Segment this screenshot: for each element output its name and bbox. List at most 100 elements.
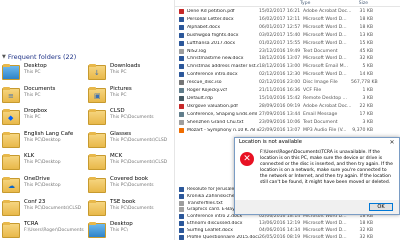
folder-icon [88,154,106,171]
folder-icon [88,109,106,126]
file-row[interactable]: Christmas address master list.docx18/12/… [175,63,400,70]
file-type: Microsoft Word D... [303,56,347,62]
file-row[interactable]: Default.rdp 15/10/2016 15:42 Remote Deskto… [175,95,400,102]
file-icon [179,16,184,22]
file-name: Shenzhen Grand Chu.txt [187,119,244,125]
file-size: 5 KB [362,64,373,70]
file-row[interactable]: Mozart - Symphony n.10 K.78 in G - 1.mp3… [175,127,400,134]
file-type: Email Message [303,111,338,117]
file-type: Microsoft Word D... [303,234,347,240]
file-size: 15 KB [359,40,373,46]
frequent-folders-header[interactable]: ▼ Frequent folders (22) [2,53,76,61]
file-size: 14 KB [359,72,373,78]
frequent-folders-pane: ▼ Frequent folders (22) Desktop This PC ↓ D… [0,0,180,240]
file-size: 18 KB [359,24,373,30]
desktop-folder-icon [88,222,106,239]
file-type: Text Document [303,48,338,54]
file-icon [179,64,184,70]
file-name: Ethnomi discussed.docx [187,221,243,227]
file-size: 1 KB [362,88,373,94]
file-date: 01/02/2017 15:55 [259,40,301,46]
dropbox-folder-icon: ◆ [2,109,20,126]
file-row[interactable]: rescue_disc.iso 02/12/2016 23:00 Disc Imag… [175,79,400,86]
file-name: Christmastime new.docx [187,56,244,62]
file-row[interactable]: Dene Rd petition.pdf 15/02/2017 16:21 Adob… [175,8,400,15]
file-type: Microsoft Word D... [303,40,347,46]
file-date: 02/12/2016 12:30 [259,72,301,78]
folder-path: F:\Users\Roger\Documents [24,228,84,234]
file-size: 9,370 KB [352,127,373,133]
folder-name: Pictures [110,85,132,92]
folder-path: This PC\Desktop [24,160,61,166]
folder-name: OneDrive [24,176,50,182]
file-name: Mozart - Symphony n.10 K.78 in G - 1.mp3 [187,127,259,133]
file-name: NIS2.log [187,48,207,54]
folder-tile[interactable]: TCRA F:\Users\Roger\Documents [2,221,88,240]
file-name: Default.rdp [187,95,213,101]
file-date: 18/12/2016 13:07 [259,56,301,62]
folder-path: This PC\Documents [110,183,154,188]
folder-tile[interactable]: Desktop This PC\ [88,221,174,240]
file-date: 28/09/2016 09:19 [259,103,301,109]
file-name: Conference intro.docx [187,72,238,78]
file-date: 16/02/2017 12:11 [259,16,301,22]
folder-name: Desktop [24,63,47,69]
file-row[interactable]: Alphabet.docx 06/01/2017 12:57 Microsoft W… [175,24,400,31]
ok-button[interactable]: OK [369,203,393,211]
file-row[interactable]: Conference, Shaping Ends.eml 27/09/2016 1… [175,111,400,118]
folder-icon [88,199,106,216]
file-date: 23/12/2016 19:49 [259,48,301,54]
file-icon [179,95,184,101]
folder-path: This PC [24,115,41,121]
file-row[interactable]: Conference intro.docx 02/12/2016 12:30 Mic… [175,71,400,78]
file-icon [179,187,184,193]
folder-path: This PC\Documents\CLSD [24,205,82,211]
file-icon [179,103,184,109]
pictures-folder-icon: ▣ [88,86,106,103]
file-size: 567,778 KB [351,80,378,86]
file-date: 03/02/2017 15:40 [259,32,301,38]
file-row[interactable]: Lufthansa 2017.docx 01/02/2017 15:55 Micro… [175,40,400,47]
column-date[interactable] [254,0,298,6]
file-size: 18 KB [359,16,373,22]
file-size: 32 KB [359,56,373,62]
file-icon [179,207,184,213]
file-date: 02/06/2016 18:14 [259,214,301,220]
file-type: Microsoft Word D... [303,227,347,233]
file-size: 18 KB [359,221,373,227]
file-row[interactable]: Shenzhen Grand Chu.txt 23/09/2016 10:06 Te… [175,119,400,126]
dialog-title-bar: Location is not available ✕ [235,138,399,147]
file-type: Adobe Acrobat Doc... [303,103,352,109]
file-row[interactable]: Ukrgove valuation.pdf 28/09/2016 09:19 Ado… [175,103,400,110]
column-type[interactable]: Type [298,0,346,6]
file-row[interactable]: Profile Questionnaire 2015.docx 26/05/201… [175,234,400,240]
close-icon[interactable]: ✕ [385,138,399,147]
file-icon [179,200,184,206]
folder-path: This PC\Documents\CLSD [110,137,168,143]
file-icon [179,88,184,94]
folder-name: Documents [24,85,56,92]
file-row[interactable]: Christmastime new.docx 18/12/2016 13:07 Mi… [175,55,400,62]
onedrive-folder-icon: ☁ [2,177,20,193]
file-list-header: Type Size [175,0,400,7]
file-row[interactable]: NIS2.log 23/12/2016 19:49 Text Document 45 … [175,48,400,55]
file-date: 15/02/2017 16:21 [259,9,301,15]
column-name[interactable] [175,0,254,6]
file-name: Lufthansa 2017.docx [187,40,236,46]
frequent-folders-label: Frequent folders (22) [7,53,77,61]
file-icon [179,227,184,233]
dialog-footer: OK [235,200,399,214]
file-row[interactable]: Roger Kojecky.vcf 21/11/2016 16:36 VCF Fil… [175,87,400,94]
file-row[interactable]: Personal Letter.docx 16/02/2017 12:11 Micr… [175,16,400,23]
folder-icon [2,222,20,239]
file-date: 22/09/2016 13:07 [259,127,301,133]
desktop-folder-icon [2,64,20,80]
file-size: 22 KB [359,103,373,109]
column-size[interactable]: Size [346,0,368,6]
file-size: 3 KB [362,119,373,125]
file-row[interactable]: bushwgoa flights.docx 03/02/2017 15:40 Mic… [175,32,400,39]
file-type: Microsoft Email M... [303,64,348,70]
file-icon [179,40,184,46]
chevron-down-icon[interactable]: ▼ [2,54,6,60]
file-size: 45 KB [359,48,373,54]
